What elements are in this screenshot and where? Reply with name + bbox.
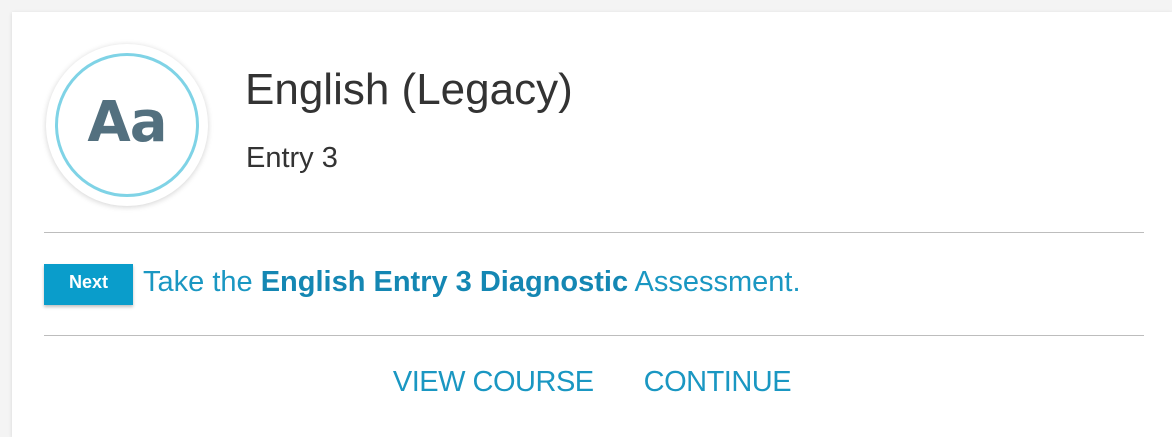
divider-bottom: [44, 335, 1144, 336]
next-badge: Next: [44, 264, 133, 305]
course-icon: Aa: [46, 44, 208, 206]
next-step-row: Next Take the English Entry 3 Diagnostic…: [44, 264, 801, 305]
next-step-prefix: Take the: [143, 266, 261, 298]
course-icon-ring: Aa: [55, 53, 199, 197]
view-course-button[interactable]: VIEW COURSE: [393, 368, 594, 397]
next-step-suffix: Assessment.: [628, 266, 801, 298]
course-level: Entry 3: [246, 142, 338, 174]
divider-top: [44, 232, 1144, 233]
next-step-text: Take the English Entry 3 Diagnostic Asse…: [143, 268, 801, 297]
continue-button[interactable]: CONTINUE: [644, 368, 792, 397]
aa-text-icon: Aa: [87, 90, 167, 155]
next-step-link[interactable]: English Entry 3 Diagnostic: [261, 266, 628, 298]
course-title: English (Legacy): [245, 65, 573, 114]
card-actions: VIEW COURSE CONTINUE: [12, 368, 1172, 397]
course-card: Aa English (Legacy) Entry 3 Next Take th…: [12, 12, 1172, 437]
